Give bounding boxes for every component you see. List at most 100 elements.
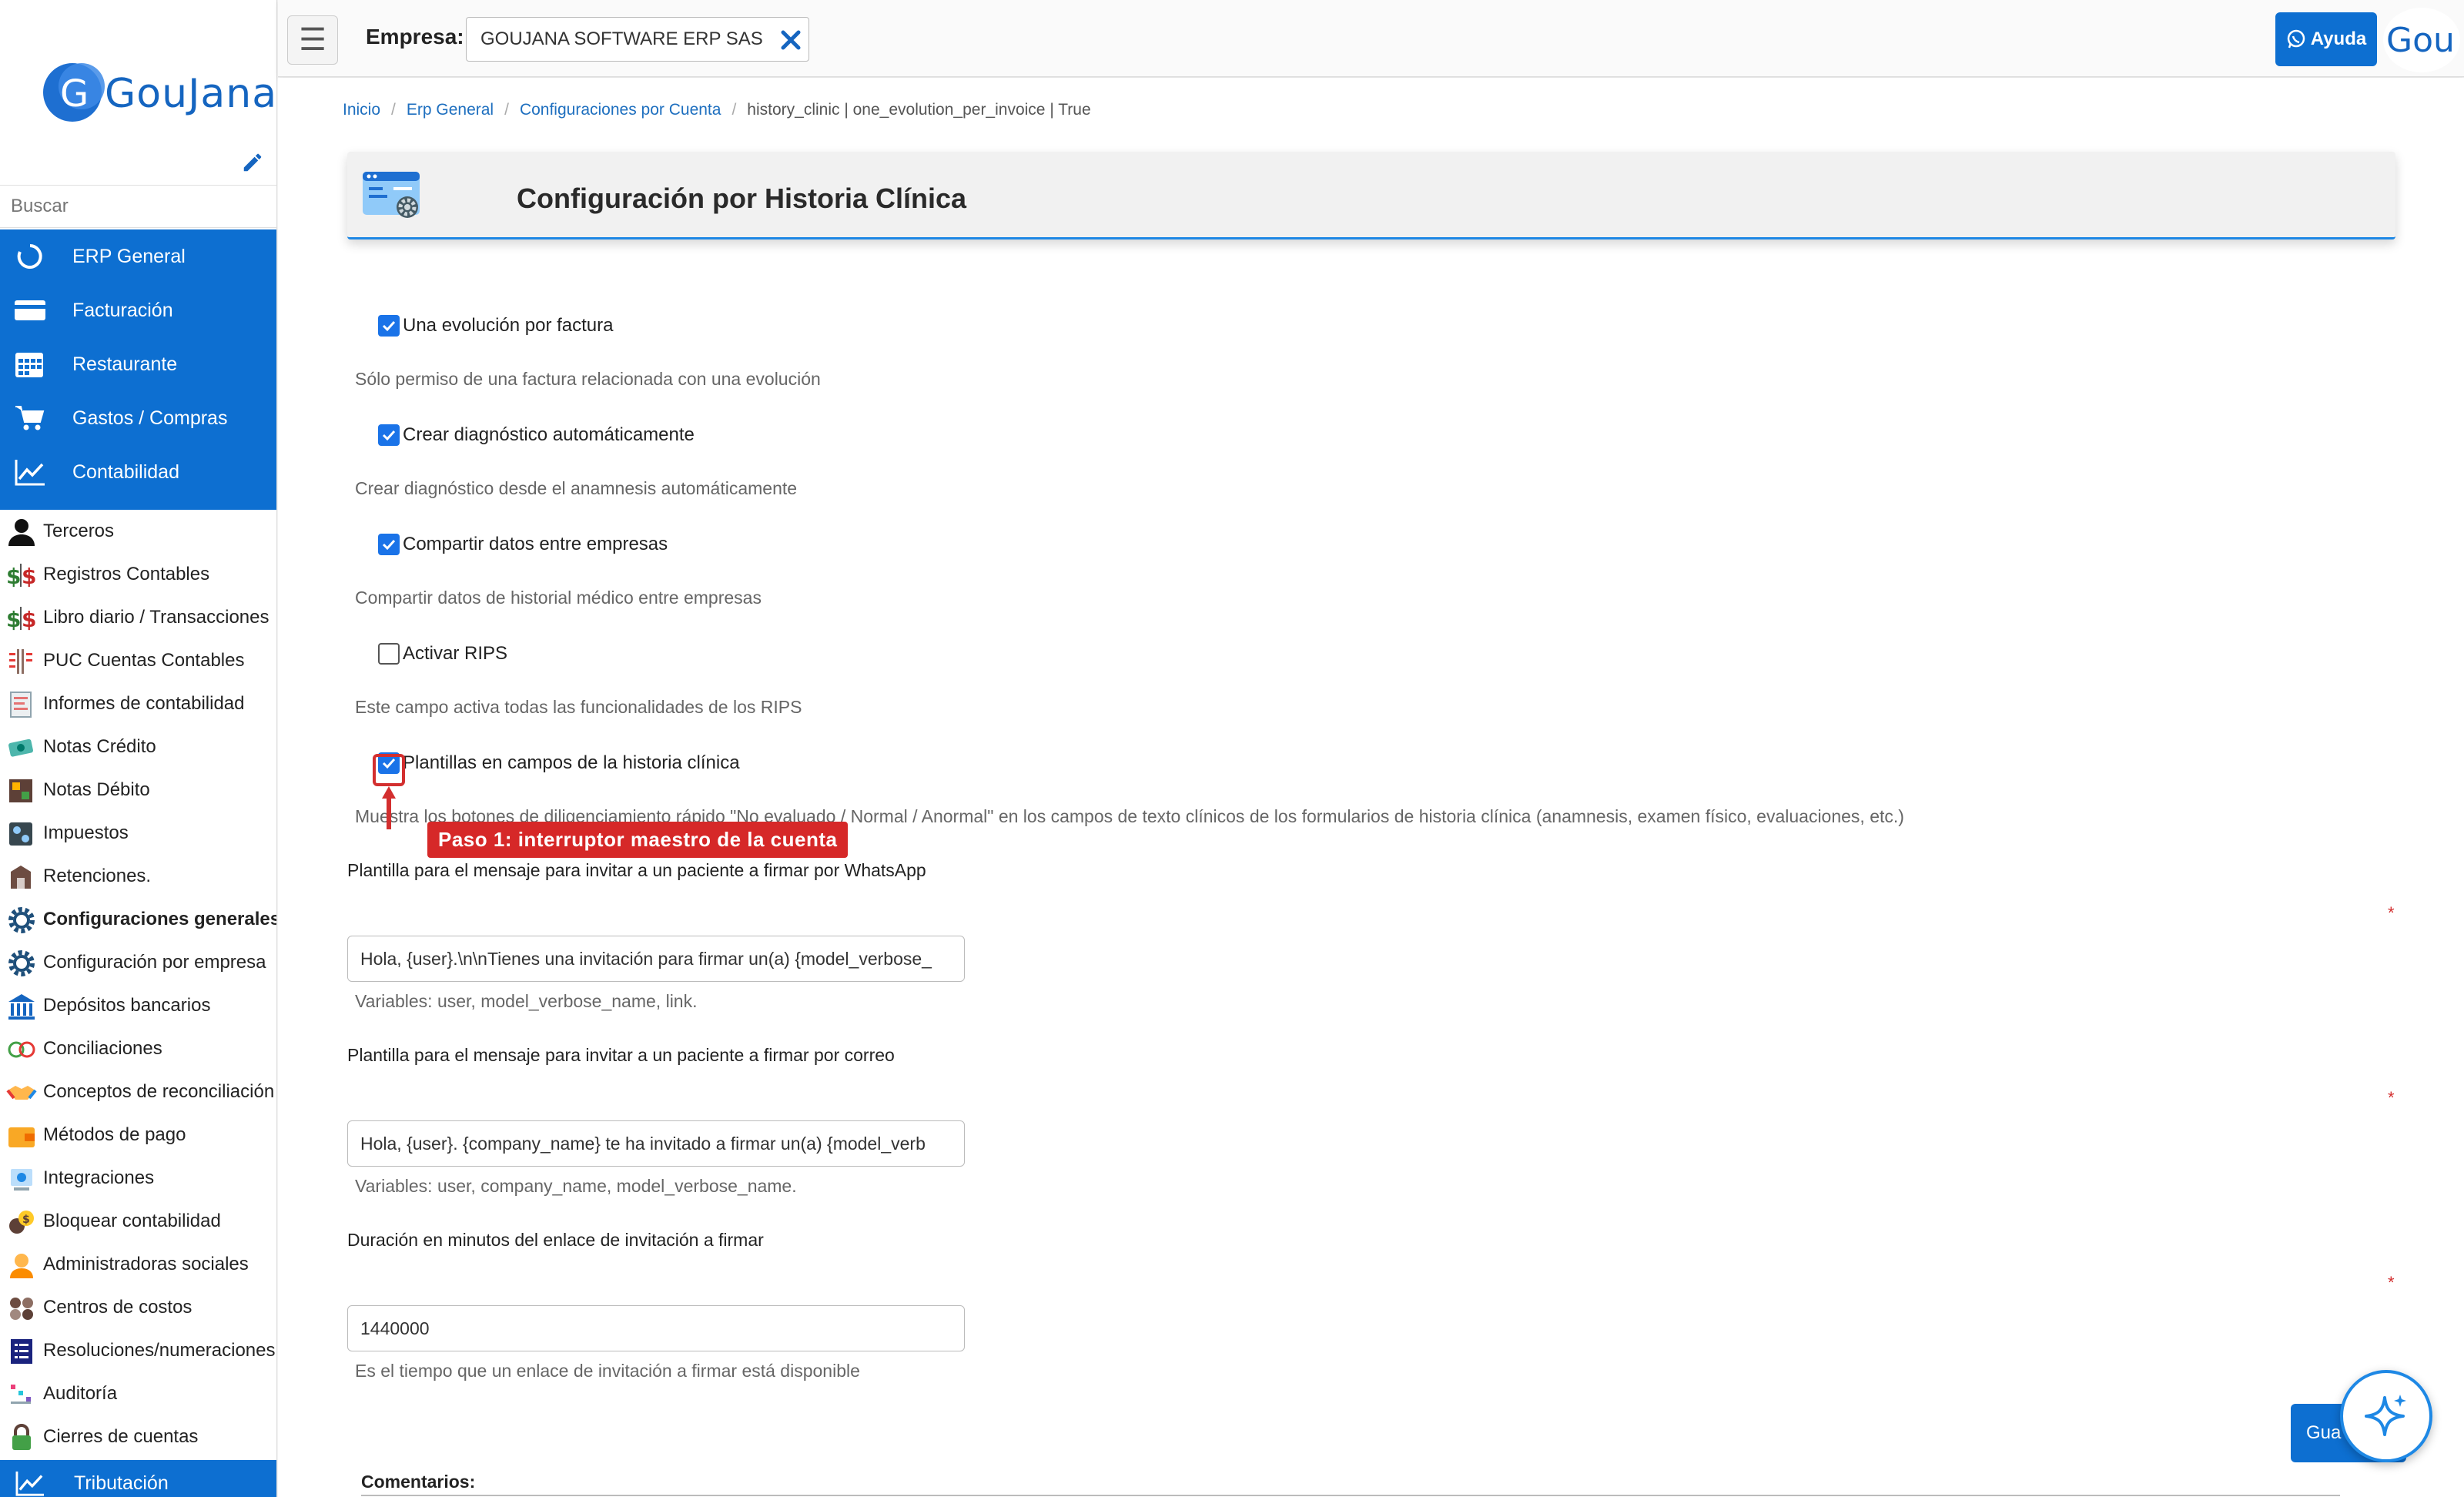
svg-text:$: $ [22,607,36,632]
sidebar-item-libro-diario[interactable]: $ $ Libro diario / Transacciones [0,596,276,639]
checkbox-checked[interactable] [378,534,400,555]
sidebar-item-impuestos[interactable]: Impuestos [0,812,276,855]
setting-label: Compartir datos entre empresas [403,534,668,554]
required-mark: * [2388,1088,2395,1107]
sidebar-item-label: Terceros [43,521,115,541]
module-contabilidad[interactable]: Contabilidad [0,445,276,499]
module-label: Gastos / Compras [72,407,228,429]
whatsapp-template-label: Plantilla para el mensaje para invitar a… [347,860,926,880]
sidebar-item-cierres-cuentas[interactable]: Cierres de cuentas [0,1415,276,1458]
hamburger-icon: ☰ [299,23,326,57]
sidebar-item-retenciones[interactable]: Retenciones. [0,855,276,898]
chart-line-icon [15,1471,44,1496]
sidebar-item-depositos[interactable]: Depósitos bancarios [0,984,276,1027]
breadcrumb-separator: / [391,101,396,119]
breadcrumb-inicio[interactable]: Inicio [343,101,380,119]
padlock-icon [12,1424,31,1450]
sidebar-item-terceros[interactable]: Terceros [0,510,276,553]
main-modules: ERP General Facturación Restaurante Gast… [0,229,276,510]
topbar: ☰ Empresa: GOUJANA SOFTWARE ERP SAS Ayud… [278,0,2464,77]
setting-help: Este campo activa todas las funcionalida… [355,697,802,717]
sidebar-item-integraciones[interactable]: Integraciones [0,1157,276,1200]
sidebar-item-notas-debito[interactable]: Notas Débito [0,769,276,812]
setting-create-diagnosis[interactable]: Crear diagnóstico automáticamente [378,424,695,446]
money-icon [8,738,34,757]
sidebar-item-auditoria[interactable]: Auditoría [0,1372,276,1415]
sidebar-item-conceptos-reconciliacion[interactable]: Conceptos de reconciliación [0,1070,276,1114]
module-label: Restaurante [72,353,178,375]
help-button[interactable]: Ayuda [2275,12,2377,66]
reconcile-icon [8,1041,35,1058]
check-icon [382,320,396,332]
avatar[interactable]: Gou [2383,8,2460,72]
sidebar-item-label: Integraciones [43,1167,155,1188]
goujana-logo-icon: G [43,63,105,122]
check-icon [382,430,396,441]
module-gastos-compras[interactable]: Gastos / Compras [0,391,276,445]
arrow-up-icon [382,786,396,829]
svg-text:$: $ [6,607,21,632]
ledger-icon [9,649,32,674]
breadcrumb-configuraciones-cuenta[interactable]: Configuraciones por Cuenta [520,101,721,119]
module-tributacion[interactable]: Tributación [0,1460,276,1497]
sidebar-item-metodos-pago[interactable]: Métodos de pago [0,1114,276,1157]
sidebar-item-label: Libro diario / Transacciones [43,607,270,628]
dollar-icon: $ $ [6,607,36,632]
sidebar: G GouJana ERP General Facturación Restau… [0,0,277,1497]
module-erp-general[interactable]: ERP General [0,229,276,283]
sidebar-item-label: Configuración por empresa [43,952,266,973]
handshake-icon [6,1086,37,1100]
module-facturacion[interactable]: Facturación [0,283,276,337]
sidebar-item-resoluciones[interactable]: Resoluciones/numeraciones [0,1329,276,1372]
sidebar-item-administradoras-sociales[interactable]: Administradoras sociales [0,1243,276,1286]
report-icon [10,692,32,718]
sidebar-item-label: Impuestos [43,822,129,843]
checkbox-checked[interactable] [378,424,400,446]
sidebar-item-configuracion-empresa[interactable]: Configuración por empresa [0,941,276,984]
sidebar-item-configuraciones-generales[interactable]: Configuraciones generales [0,898,276,941]
sidebar-item-label: Retenciones. [43,866,152,886]
contabilidad-menu: Terceros $ $ Registros Contables $ $ Libro… [0,510,276,1458]
pencil-icon[interactable] [241,151,264,174]
sidebar-item-centros-costos[interactable]: Centros de costos [0,1286,276,1329]
setting-label: Crear diagnóstico automáticamente [403,424,695,445]
setting-label: Activar RIPS [403,643,508,664]
whatsapp-template-input[interactable] [347,936,965,982]
setting-templates-clinical-fields[interactable]: Plantillas en campos de la historia clín… [378,752,740,774]
hamburger-menu-button[interactable]: ☰ [287,15,338,65]
setting-one-evolution-per-invoice[interactable]: Una evolución por factura [378,315,614,337]
empresa-select[interactable]: GOUJANA SOFTWARE ERP SAS [466,17,809,62]
sidebar-search-input[interactable] [0,186,276,227]
breadcrumb-erp-general[interactable]: Erp General [407,101,494,119]
duration-label: Duración en minutos del enlace de invita… [347,1230,764,1250]
svg-text:$: $ [6,564,21,589]
close-icon[interactable] [776,25,805,55]
setting-activate-rips[interactable]: Activar RIPS [378,643,507,665]
sidebar-item-label: Registros Contables [43,564,210,584]
integration-icon [11,1169,32,1191]
page-title: Configuración por Historia Clínica [517,183,967,214]
module-label: Contabilidad [72,460,179,483]
sidebar-item-puc[interactable]: PUC Cuentas Contables [0,639,276,682]
dollar-icon: $ $ [6,564,36,589]
email-template-input[interactable] [347,1120,965,1167]
sidebar-item-conciliaciones[interactable]: Conciliaciones [0,1027,276,1070]
sidebar-item-notas-credito[interactable]: Notas Crédito [0,725,276,769]
ai-assistant-button[interactable] [2340,1370,2432,1462]
module-restaurante[interactable]: Restaurante [0,337,276,391]
step-annotation: Paso 1: interruptor maestro de la cuenta [427,822,849,858]
settings-window-icon [363,172,420,218]
sidebar-item-label: Administradoras sociales [43,1254,249,1274]
sidebar-item-bloquear-contabilidad[interactable]: $ Bloquear contabilidad [0,1200,276,1243]
setting-share-data[interactable]: Compartir datos entre empresas [378,534,668,555]
list-icon [11,1339,32,1364]
sidebar-item-registros-contables[interactable]: $ $ Registros Contables [0,553,276,596]
empresa-label: Empresa: [366,25,464,49]
sidebar-item-label: Depósitos bancarios [43,995,211,1016]
checkbox-checked[interactable] [378,315,400,337]
svg-text:$: $ [22,564,36,589]
bank-icon [8,994,35,1020]
checkbox-unchecked[interactable] [378,643,400,665]
sidebar-item-informes[interactable]: Informes de contabilidad [0,682,276,725]
duration-input[interactable] [347,1305,965,1351]
